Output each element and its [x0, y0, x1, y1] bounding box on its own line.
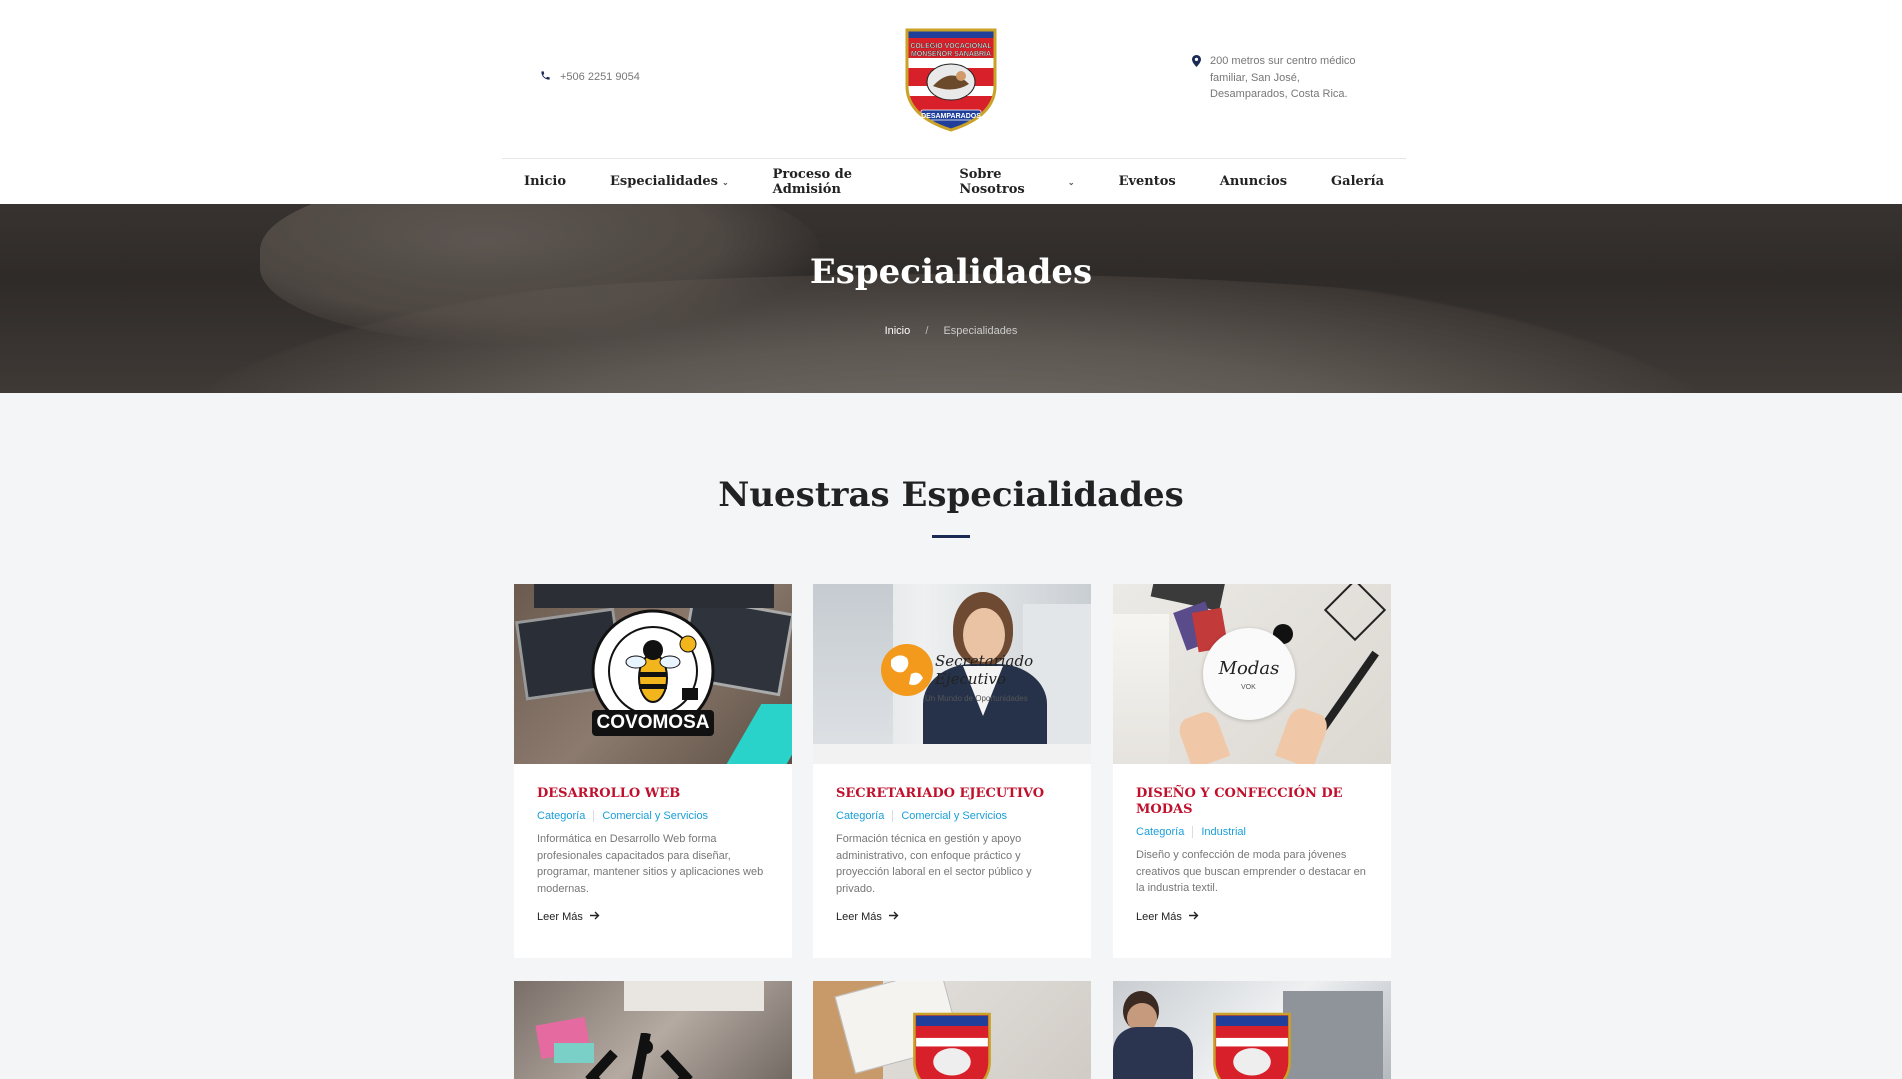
card-image-brand-text: COVOMOSA — [592, 710, 714, 736]
card-image-title-text: Secretariado Ejecutivo — [935, 652, 1034, 688]
card-title[interactable]: DESARROLLO WEB — [537, 786, 769, 802]
header-address: 200 metros sur centro médico familiar, S… — [1192, 53, 1362, 103]
card-category-label[interactable]: Categoría — [836, 810, 884, 822]
chevron-down-icon: ⌄ — [1067, 176, 1075, 187]
read-more-link[interactable]: Leer Más — [1136, 911, 1368, 923]
phone-text: +506 2251 9054 — [560, 71, 640, 83]
specialty-card-row2-1[interactable] — [514, 981, 792, 1079]
breadcrumb-current: Especialidades — [943, 325, 1018, 337]
site-header: +506 2251 9054 COLEGIO VOCACIONAL MONSEÑ… — [0, 0, 1902, 204]
school-shield-icon — [1213, 1012, 1291, 1079]
header-phone[interactable]: +506 2251 9054 — [540, 70, 640, 84]
section-title-underline — [932, 535, 970, 538]
read-more-link[interactable]: Leer Más — [836, 911, 1068, 923]
breadcrumb-home-link[interactable]: Inicio — [885, 325, 911, 337]
card-description: Informática en Desarrollo Web forma prof… — [537, 833, 764, 895]
address-text: 200 metros sur centro médico familiar, S… — [1210, 55, 1356, 100]
main-nav: Inicio Especialidades ⌄ Proceso de Admisi… — [502, 159, 1406, 204]
nav-item-sobre-nosotros[interactable]: Sobre Nosotros ⌄ — [937, 167, 1096, 197]
nav-item-galeria[interactable]: Galería — [1309, 174, 1406, 189]
card-image[interactable] — [1113, 981, 1391, 1079]
phone-icon — [540, 70, 551, 84]
card-category-label[interactable]: Categoría — [1136, 826, 1184, 838]
specialty-card-row2-2[interactable] — [813, 981, 1091, 1079]
card-category-label[interactable]: Categoría — [537, 810, 585, 822]
card-image[interactable] — [813, 981, 1091, 1079]
card-image[interactable]: Secretariado Ejecutivo Un Mundo de Oport… — [813, 584, 1091, 764]
card-title[interactable]: DISEÑO Y CONFECCIÓN DE MODAS — [1136, 786, 1368, 818]
card-description: Diseño y confección de moda para jóvenes… — [1136, 849, 1366, 894]
logo-text-line-2: MONSEÑOR SANABRIA — [911, 49, 991, 58]
card-image-subtitle-text: Un Mundo de Oportunidades — [925, 694, 1028, 703]
specialty-card-desarrollo-web: COVOMOSA DESARROLLO WEB Categoría Comerc… — [514, 584, 792, 958]
school-logo[interactable]: COLEGIO VOCACIONAL MONSEÑOR SANABRIA DES… — [903, 24, 999, 132]
logo-text-line-1: COLEGIO VOCACIONAL — [910, 43, 992, 50]
nav-item-proceso-admision[interactable]: Proceso de Admisión — [751, 167, 938, 197]
logo-text-line-3: DESAMPARADOS — [921, 113, 981, 120]
nav-label: Anuncios — [1219, 174, 1288, 189]
chevron-down-icon: ⌄ — [721, 176, 729, 187]
card-category[interactable]: Comercial y Servicios — [901, 810, 1007, 822]
nav-item-especialidades[interactable]: Especialidades ⌄ — [588, 174, 751, 189]
breadcrumb: Inicio / Especialidades — [0, 325, 1902, 337]
nav-label: Galería — [1331, 174, 1384, 189]
school-shield-icon — [913, 1012, 991, 1079]
map-pin-icon — [1192, 55, 1201, 103]
code-pen-icon — [585, 1033, 693, 1079]
card-category[interactable]: Industrial — [1201, 826, 1246, 838]
read-more-link[interactable]: Leer Más — [537, 911, 769, 923]
nav-item-inicio[interactable]: Inicio — [502, 174, 588, 189]
nav-label: Proceso de Admisión — [772, 166, 852, 197]
read-more-label: Leer Más — [836, 911, 882, 923]
card-category[interactable]: Comercial y Servicios — [602, 810, 708, 822]
card-image[interactable] — [514, 981, 792, 1079]
card-image[interactable]: Modas VOK — [1113, 584, 1391, 764]
section-title: Nuestras Especialidades — [718, 475, 1184, 515]
arrow-right-icon — [888, 911, 899, 923]
card-title[interactable]: SECRETARIADO EJECUTIVO — [836, 786, 1068, 802]
read-more-label: Leer Más — [1136, 910, 1182, 923]
specialty-card-row2-3[interactable] — [1113, 981, 1391, 1079]
nav-label: Sobre Nosotros — [959, 166, 1025, 197]
specialty-card-diseno-modas: Modas VOK DISEÑO Y CONFECCIÓN DE MODAS C… — [1113, 584, 1391, 958]
nav-label: Especialidades — [610, 174, 718, 189]
nav-item-eventos[interactable]: Eventos — [1097, 174, 1198, 189]
globe-icon — [881, 644, 933, 696]
card-image[interactable]: COVOMOSA — [514, 584, 792, 764]
read-more-label: Leer Más — [537, 911, 583, 923]
breadcrumb-separator: / — [925, 325, 929, 337]
card-description: Formación técnica en gestión y apoyo adm… — [836, 833, 1032, 895]
card-image-brand-text: Modas — [1218, 658, 1280, 679]
specialty-card-secretariado-ejecutivo: Secretariado Ejecutivo Un Mundo de Oport… — [813, 584, 1091, 958]
card-image-brand-subtext: VOK — [1241, 684, 1256, 691]
page-title: Especialidades — [809, 252, 1093, 292]
page-hero-banner: Especialidades Inicio / Especialidades — [0, 204, 1902, 393]
arrow-right-icon — [1188, 911, 1199, 923]
arrow-right-icon — [589, 911, 600, 923]
nav-label: Inicio — [524, 174, 566, 189]
nav-label: Eventos — [1118, 174, 1176, 189]
nav-item-anuncios[interactable]: Anuncios — [1198, 174, 1309, 189]
